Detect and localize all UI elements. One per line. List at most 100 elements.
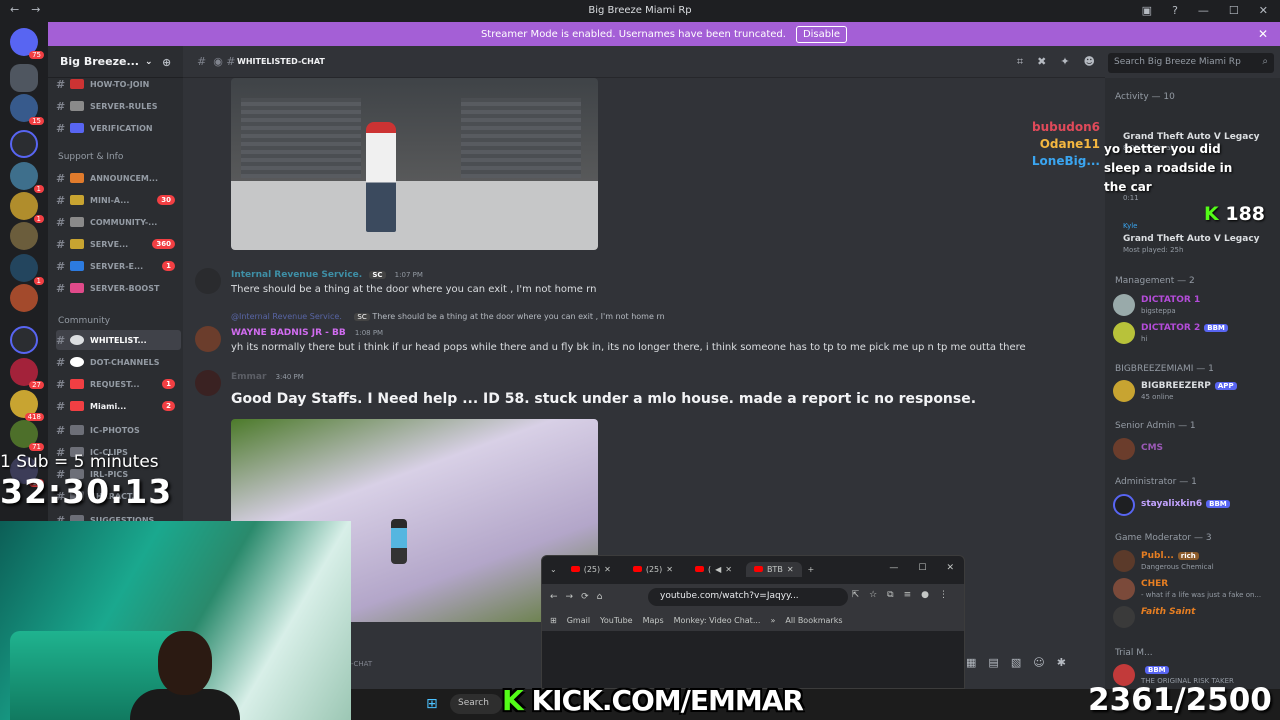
more-bookmarks-icon[interactable]: » [770, 616, 775, 625]
browser-tab[interactable]: (25) ✕ [563, 562, 619, 577]
server-icon[interactable]: 418 [10, 390, 44, 421]
close-tab-icon[interactable]: ✕ [725, 565, 732, 574]
navigation-icons[interactable]: ←→⟳⌂ [542, 592, 610, 602]
server-icon[interactable]: 1 [10, 254, 44, 285]
category-support[interactable]: Support & Info [58, 152, 123, 162]
mute-icon[interactable]: ✖ [1037, 55, 1046, 69]
help-icon[interactable]: ? [1172, 4, 1178, 17]
server-icon[interactable]: 71 [10, 420, 44, 451]
audio-icon[interactable]: ◀ [715, 565, 721, 574]
bookmark-youtube[interactable]: YouTube [600, 616, 633, 625]
member-item[interactable]: Publ... rich Dangerous Chemical [1113, 548, 1278, 574]
youtube-icon [753, 566, 763, 572]
server-icon[interactable]: 15 [10, 94, 44, 125]
game-title: Grand Theft Auto V Legacy [1123, 234, 1260, 244]
members-icon[interactable]: ☻ [1084, 55, 1095, 69]
search-input[interactable]: Search Big Breeze Miami Rp ⌕ [1108, 53, 1274, 73]
message-author[interactable]: Emmar 3:40 PM [231, 372, 304, 382]
server-icon[interactable]: 1 [10, 192, 44, 223]
close-tab-icon[interactable]: ✕ [604, 565, 611, 574]
channel-how-to-join[interactable]: # HOW-TO-JOIN [56, 74, 181, 94]
home-icon[interactable]: 75 [10, 28, 44, 59]
attachment-image[interactable] [231, 78, 598, 250]
channel-ic-photos[interactable]: # IC-PHOTOS [56, 420, 181, 440]
address-bar[interactable]: youtube.com/watch?v=Jaqyy... [648, 588, 848, 606]
apps-icon[interactable]: ✱ [1057, 656, 1066, 669]
close-tab-icon[interactable]: ✕ [666, 565, 673, 574]
role-section: Senior Admin — 1 [1115, 421, 1196, 431]
garage-door [461, 98, 581, 178]
close-icon[interactable]: ✕ [1258, 27, 1268, 41]
maximize-icon[interactable]: ☐ [918, 563, 926, 573]
inbox-icon[interactable]: ▣ [1142, 4, 1152, 17]
threads-icon[interactable]: ⌗ [1017, 55, 1023, 69]
emoji-icon[interactable]: ☺ [1033, 656, 1044, 669]
message-author[interactable]: Internal Revenue Service. SC 1:07 PM [231, 270, 423, 280]
close-tab-icon[interactable]: ✕ [787, 565, 794, 574]
bookmark-monkey[interactable]: Monkey: Video Chat... [674, 616, 761, 625]
member-item[interactable]: BIGBREEZERP APP 45 online [1113, 378, 1278, 404]
message-author[interactable]: WAYNE BADNIS JR - BB 1:08 PM [231, 328, 383, 338]
channel-dot-channels[interactable]: # DOT-CHANNELS [56, 352, 181, 372]
channel-whitelisted-chat[interactable]: # WHITELIST... [56, 330, 181, 350]
minimize-icon[interactable]: — [1198, 4, 1209, 17]
member-item[interactable]: stayalixkin6 BBM [1113, 492, 1278, 518]
member-item[interactable]: CHER - what if a life was just a fake on.… [1113, 576, 1278, 602]
tab-search-icon[interactable]: ⌄ [550, 565, 557, 574]
category-community[interactable]: Community [58, 316, 110, 326]
server-icon[interactable]: 27 [10, 358, 44, 389]
server-icon[interactable] [10, 284, 38, 312]
member-item[interactable]: Faith Saint [1113, 604, 1278, 630]
server-icon[interactable] [10, 64, 38, 92]
windows-start-icon[interactable]: ⊞ [426, 696, 438, 712]
disable-button[interactable]: Disable [795, 25, 848, 43]
add-member-icon[interactable]: ⊕ [162, 56, 171, 69]
close-window-icon[interactable]: ✕ [946, 563, 954, 573]
channel-verification[interactable]: # VERIFICATION [56, 118, 181, 138]
bookmark-gmail[interactable]: Gmail [567, 616, 590, 625]
avatar[interactable] [195, 326, 221, 352]
bookmark-maps[interactable]: Maps [643, 616, 664, 625]
server-icon[interactable] [10, 222, 38, 250]
gift-icon[interactable]: ▦ [966, 656, 976, 669]
role-section: BIGBREEZEMIAMI — 1 [1115, 364, 1214, 374]
avatar[interactable] [195, 370, 221, 396]
taskbar-search[interactable]: Search [450, 694, 502, 714]
streamer-mode-banner: Streamer Mode is enabled. Usernames have… [48, 22, 1280, 46]
channel-mini-a[interactable]: # MINI-A... 30 [56, 190, 181, 210]
reply-reference[interactable]: @Internal Revenue Service. SC There shou… [231, 312, 665, 321]
search-icon: ⌕ [1262, 56, 1268, 67]
browser-tab[interactable]: (◀ ✕ [687, 562, 740, 577]
sticker-icon[interactable]: ▧ [1011, 656, 1021, 669]
pin-icon[interactable]: ✦ [1060, 55, 1069, 69]
server-icon[interactable]: 1 [10, 162, 44, 193]
avatar[interactable] [195, 268, 221, 294]
extension-icons[interactable]: ⇱☆⧉≡●⋮ [852, 590, 958, 600]
member-name: CMS [1141, 443, 1164, 453]
gif-icon[interactable]: ▤ [988, 656, 998, 669]
browser-tab[interactable]: (25) ✕ [625, 562, 681, 577]
minimize-icon[interactable]: — [889, 563, 898, 573]
new-tab-icon[interactable]: + [808, 565, 815, 574]
channel-miami[interactable]: # Miami... 2 [56, 396, 181, 416]
channel-request[interactable]: # REQUEST... 1 [56, 374, 181, 394]
channel-server-rules[interactable]: # SERVER-RULES [56, 96, 181, 116]
channel-server-boost[interactable]: # SERVER-BOOST [56, 278, 181, 298]
apps-grid-icon[interactable]: ⊞ [550, 616, 557, 625]
close-window-icon[interactable]: ✕ [1259, 4, 1268, 17]
folder-icon[interactable] [10, 326, 38, 354]
folder-icon[interactable] [10, 130, 38, 158]
channel-serve[interactable]: # SERVE... 360 [56, 234, 181, 254]
channel-announcements[interactable]: # ANNOUNCEM... [56, 168, 181, 188]
browser-tab[interactable]: BTB ✕ [745, 561, 802, 577]
maximize-icon[interactable]: ☐ [1229, 4, 1239, 17]
member-item[interactable]: DICTATOR 2 BBM hi [1113, 320, 1278, 346]
activity-header[interactable]: Activity — 10 [1115, 92, 1175, 102]
channel-server-e[interactable]: # SERVER-E... 1 [56, 256, 181, 276]
all-bookmarks[interactable]: All Bookmarks [785, 616, 842, 625]
member-item[interactable]: CMS [1113, 436, 1278, 462]
channel-community[interactable]: # COMMUNITY-... [56, 212, 181, 232]
message-composer[interactable]: -CHAT [351, 640, 541, 689]
viewer-count-value: 188 [1225, 203, 1266, 225]
member-item[interactable]: DICTATOR 1 bigsteppa [1113, 292, 1278, 318]
